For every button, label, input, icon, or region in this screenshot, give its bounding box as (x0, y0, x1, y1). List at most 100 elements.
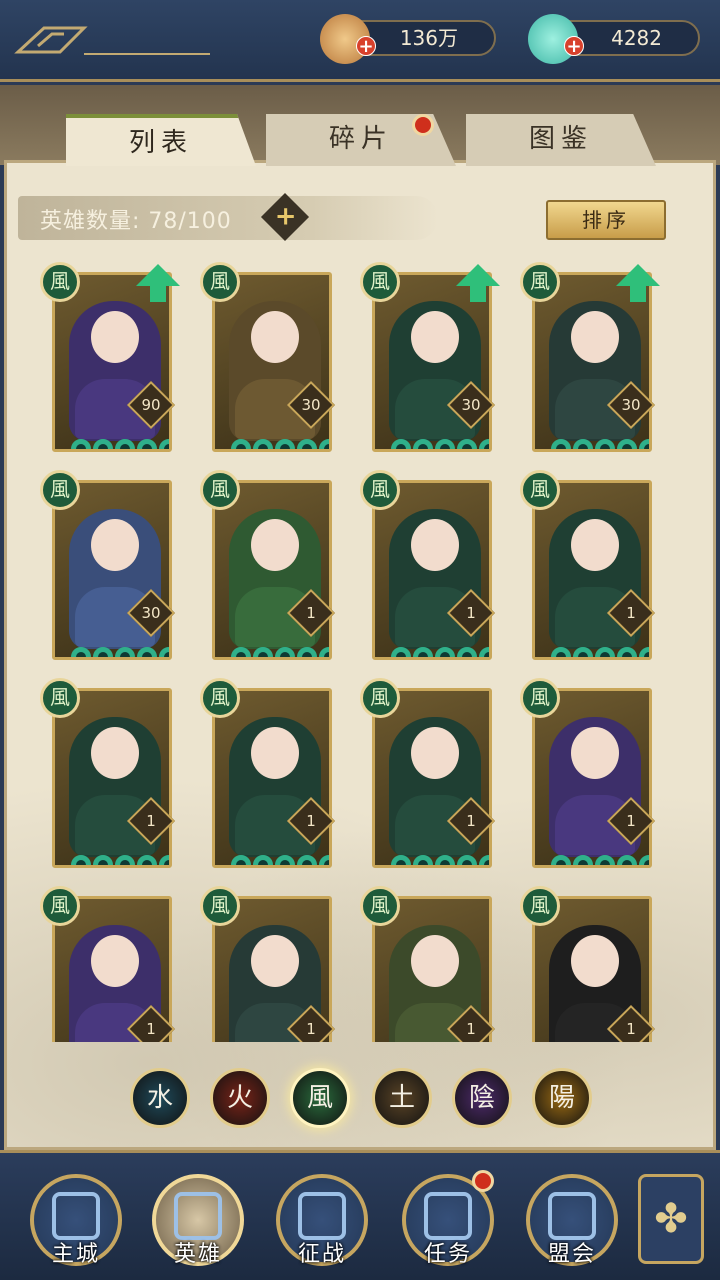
nav-button-4[interactable]: 任务 (402, 1170, 494, 1267)
hero-level: 1 (466, 812, 476, 830)
hero-grid: 風 90 風 30 風 30 風 30 風 30 風 1 風 1 風 1 風 1 風 1 風 1 風 1 風 1 風 1 風 1 風 1 (40, 262, 680, 1042)
star-icon (435, 439, 455, 449)
hero-card[interactable]: 風 30 (520, 262, 660, 452)
element-filter-bar: 水火風土陰陽 (0, 1068, 720, 1128)
hero-card[interactable]: 風1 (360, 470, 496, 660)
hero-count-label: 英雄数量: 78/100 (40, 209, 232, 234)
star-icon (275, 439, 295, 449)
star-icon (435, 855, 455, 865)
hero-card[interactable]: 風1 (520, 886, 656, 1042)
more-menu-button[interactable]: ✤ (638, 1174, 704, 1264)
tab-codex[interactable]: 图鉴 (466, 114, 656, 166)
copper-balance[interactable]: + 136万 (320, 14, 496, 64)
upgrade-arrow-icon (616, 264, 660, 302)
hero-stars (71, 855, 169, 865)
wind-element-icon: 風 (520, 678, 560, 718)
wind-element-icon: 風 (360, 678, 400, 718)
copper-value: 136万 (399, 26, 458, 50)
star-icon (231, 439, 251, 449)
star-icon (275, 855, 295, 865)
star-icon (115, 647, 135, 657)
fire-filter-button[interactable]: 火 (210, 1068, 270, 1128)
star-icon (457, 647, 477, 657)
star-icon (137, 439, 157, 449)
hero-level: 1 (146, 812, 156, 830)
hero-card[interactable]: 風1 (520, 470, 656, 660)
star-icon (413, 647, 433, 657)
expand-slots-button[interactable]: + (260, 192, 310, 242)
hero-card[interactable]: 風1 (40, 678, 176, 868)
star-icon (413, 439, 433, 449)
hero-stars (391, 647, 489, 657)
wind-element-icon: 風 (520, 470, 560, 510)
hero-level: 1 (466, 604, 476, 622)
wind-element-icon: 風 (40, 678, 80, 718)
star-icon (573, 647, 593, 657)
hero-level: 1 (306, 812, 316, 830)
add-copper-button[interactable]: + (356, 36, 376, 56)
add-jade-button[interactable]: + (564, 36, 584, 56)
wind-filter-button[interactable]: 風 (290, 1068, 350, 1128)
star-icon (413, 855, 433, 865)
star-icon (115, 855, 135, 865)
hero-level: 1 (626, 1020, 636, 1038)
hero-stars (71, 439, 169, 449)
nav-icon (548, 1192, 596, 1240)
hero-card[interactable]: 風 30 (40, 470, 176, 660)
hero-card[interactable]: 風1 (360, 886, 496, 1042)
hero-level: 30 (301, 396, 321, 414)
tab-list[interactable]: 列表 (66, 114, 256, 166)
nav-button-2[interactable]: 英雄 (152, 1174, 244, 1267)
hero-card[interactable]: 風1 (360, 678, 496, 868)
yin-filter-button[interactable]: 陰 (452, 1068, 512, 1128)
hero-stars (71, 647, 169, 657)
hero-card[interactable]: 風1 (200, 470, 336, 660)
hero-card[interactable]: 風1 (520, 678, 656, 868)
star-icon (115, 439, 135, 449)
star-icon (617, 439, 637, 449)
hero-level: 30 (141, 604, 161, 622)
star-icon (573, 439, 593, 449)
nav-button-5[interactable]: 盟会 (526, 1174, 618, 1267)
star-icon (479, 439, 489, 449)
star-icon (319, 855, 329, 865)
earth-filter-button[interactable]: 土 (372, 1068, 432, 1128)
star-icon (391, 647, 411, 657)
nav-button-1[interactable]: 主城 (30, 1174, 122, 1267)
hero-card[interactable]: 風1 (200, 678, 336, 868)
wind-element-icon: 風 (200, 470, 240, 510)
hero-stars (551, 647, 649, 657)
star-icon (253, 439, 273, 449)
upgrade-arrow-icon (456, 264, 500, 302)
star-icon (639, 647, 649, 657)
hero-card[interactable]: 風1 (40, 886, 176, 1042)
star-icon (297, 439, 317, 449)
star-icon (231, 647, 251, 657)
hero-card[interactable]: 風 30 (360, 262, 500, 452)
jade-balance[interactable]: + 4282 (528, 14, 700, 64)
star-icon (595, 855, 615, 865)
hero-level: 1 (306, 1020, 316, 1038)
nav-label: 主城 (51, 1242, 100, 1267)
star-icon (551, 855, 571, 865)
star-icon (617, 855, 637, 865)
star-icon (93, 855, 113, 865)
star-icon (457, 439, 477, 449)
hero-card[interactable]: 風1 (200, 886, 336, 1042)
star-icon (253, 647, 273, 657)
hero-level: 1 (146, 1020, 156, 1038)
hero-card[interactable]: 風 30 (200, 262, 336, 452)
hero-card[interactable]: 風 90 (40, 262, 180, 452)
star-icon (93, 647, 113, 657)
water-filter-button[interactable]: 水 (130, 1068, 190, 1128)
yang-filter-button[interactable]: 陽 (532, 1068, 592, 1128)
nav-button-3[interactable]: 征战 (276, 1174, 368, 1267)
hero-level: 90 (141, 396, 161, 414)
hero-stars (391, 439, 489, 449)
star-icon (617, 647, 637, 657)
wind-element-icon: 風 (520, 262, 560, 302)
hero-level: 1 (306, 604, 316, 622)
star-icon (159, 855, 169, 865)
hero-stars (391, 855, 489, 865)
sort-button[interactable]: 排序 (546, 200, 666, 240)
